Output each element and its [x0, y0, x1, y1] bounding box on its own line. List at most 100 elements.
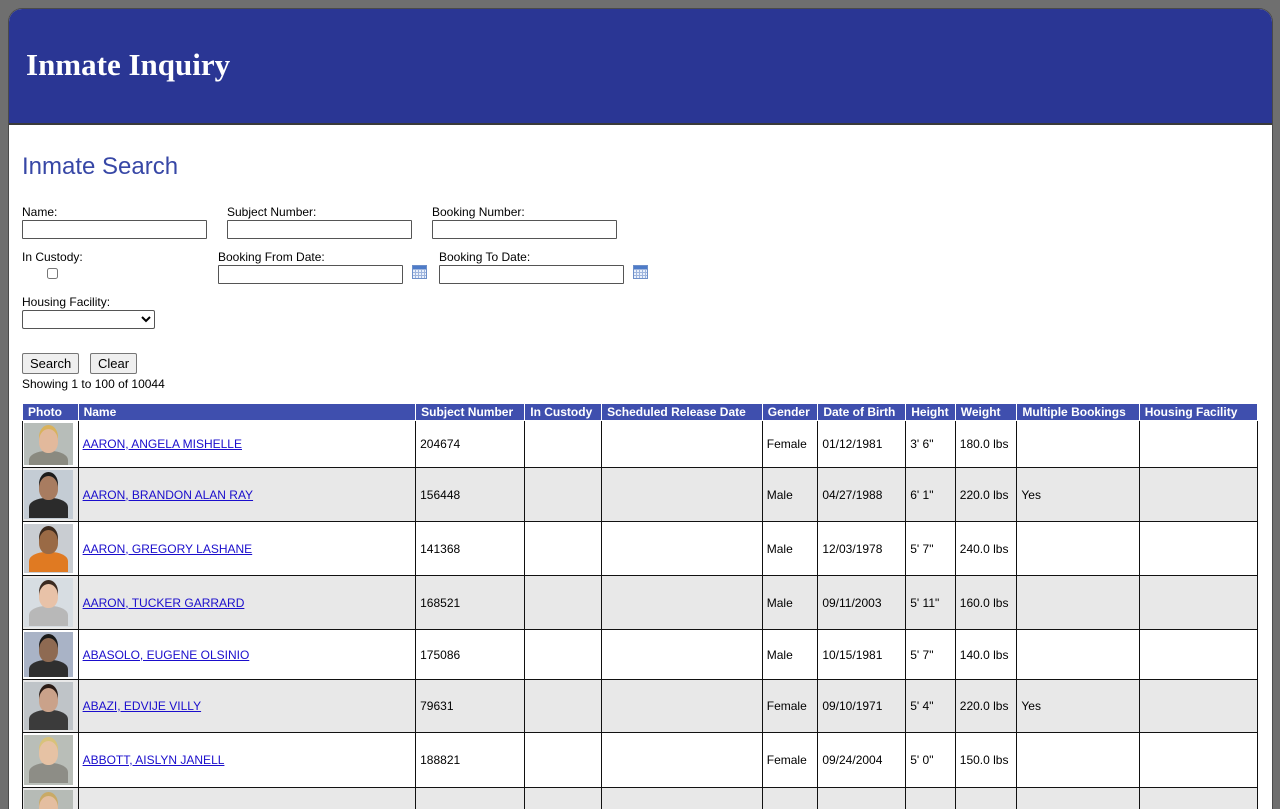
inmate-name-link[interactable]: ABBOTT, AISLYN JANELL: [83, 753, 225, 767]
table-row[interactable]: AARON, TUCKER GARRARD168521Male09/11/200…: [23, 576, 1258, 630]
subject-number-cell: 156448: [416, 468, 525, 522]
subject-number-cell: 168521: [416, 576, 525, 630]
inmate-name-link[interactable]: AARON, TUCKER GARRARD: [83, 596, 245, 610]
gender-cell: Male: [762, 630, 818, 680]
in-custody-cell: [525, 576, 602, 630]
booking-number-input[interactable]: [432, 220, 617, 239]
name-cell: AARON, TUCKER GARRARD: [78, 576, 416, 630]
clear-button[interactable]: Clear: [90, 353, 137, 374]
calendar-icon[interactable]: [412, 265, 427, 279]
table-row[interactable]: AARON, BRANDON ALAN RAY156448Male04/27/1…: [23, 468, 1258, 522]
results-header-row: Photo Name Subject Number In Custody Sch…: [23, 404, 1258, 421]
subject-number-cell: 141368: [416, 522, 525, 576]
weight-cell: 150.0 lbs: [955, 733, 1017, 788]
column-header-name[interactable]: Name: [78, 404, 416, 421]
dob-cell: 09/10/1971: [818, 680, 906, 733]
subject-number-input[interactable]: [227, 220, 412, 239]
dob-cell: 09/11/2003: [818, 576, 906, 630]
photo-cell: [23, 680, 79, 733]
subject-number-field: Subject Number:: [227, 205, 412, 239]
inmate-photo[interactable]: [24, 524, 73, 573]
in-custody-cell: [525, 680, 602, 733]
results-summary: Showing 1 to 100 of 10044: [22, 377, 165, 391]
inmate-photo[interactable]: [24, 470, 73, 519]
housing-facility-cell: [1139, 522, 1257, 576]
table-row[interactable]: ABBOTT, KELLI LYN132731Female09/09/19695…: [23, 788, 1258, 809]
subject-number-cell: 132731: [416, 788, 525, 809]
page-title: Inmate Inquiry: [26, 47, 230, 83]
gender-cell: Female: [762, 680, 818, 733]
column-header-gender[interactable]: Gender: [762, 404, 818, 421]
housing-facility-cell: [1139, 576, 1257, 630]
in-custody-cell: [525, 421, 602, 468]
inmate-photo[interactable]: [24, 735, 73, 785]
housing-facility-select[interactable]: [22, 310, 155, 329]
housing-facility-field: Housing Facility:: [22, 295, 110, 310]
table-row[interactable]: ABBOTT, AISLYN JANELL188821Female09/24/2…: [23, 733, 1258, 788]
housing-facility-cell: [1139, 788, 1257, 809]
inmate-photo[interactable]: [24, 578, 73, 627]
booking-to-date-input[interactable]: [439, 265, 624, 284]
column-header-height[interactable]: Height: [906, 404, 956, 421]
name-cell: ABASOLO, EUGENE OLSINIO: [78, 630, 416, 680]
in-custody-checkbox[interactable]: [47, 268, 58, 279]
weight-cell: 220.0 lbs: [955, 468, 1017, 522]
name-cell: AARON, ANGELA MISHELLE: [78, 421, 416, 468]
calendar-icon[interactable]: [633, 265, 648, 279]
dob-cell: 09/09/1969: [818, 788, 906, 809]
column-header-multiple-bookings[interactable]: Multiple Bookings: [1017, 404, 1139, 421]
gender-cell: Female: [762, 788, 818, 809]
inmate-name-link[interactable]: AARON, GREGORY LASHANE: [83, 542, 253, 556]
column-header-weight[interactable]: Weight: [955, 404, 1017, 421]
height-cell: 5' 4": [906, 680, 956, 733]
inmate-photo[interactable]: [24, 632, 73, 677]
booking-to-date-field: Booking To Date:: [439, 250, 624, 284]
subject-number-label: Subject Number:: [227, 205, 412, 220]
column-header-dob[interactable]: Date of Birth: [818, 404, 906, 421]
in-custody-field: In Custody:: [22, 250, 83, 265]
housing-facility-cell: [1139, 630, 1257, 680]
table-row[interactable]: AARON, ANGELA MISHELLE204674Female01/12/…: [23, 421, 1258, 468]
inmate-name-link[interactable]: ABASOLO, EUGENE OLSINIO: [83, 648, 250, 662]
table-row[interactable]: ABAZI, EDVIJE VILLY 79631 Female09/10/1971…: [23, 680, 1258, 733]
booking-from-date-input[interactable]: [218, 265, 403, 284]
inmate-photo[interactable]: [24, 682, 73, 730]
gender-cell: Male: [762, 468, 818, 522]
inmate-name-link[interactable]: ABAZI, EDVIJE VILLY: [83, 699, 202, 713]
booking-number-field: Booking Number:: [432, 205, 617, 239]
name-cell: ABAZI, EDVIJE VILLY: [78, 680, 416, 733]
results-table: Photo Name Subject Number In Custody Sch…: [22, 403, 1258, 809]
in-custody-cell: [525, 468, 602, 522]
photo-cell: [23, 522, 79, 576]
column-header-in-custody[interactable]: In Custody: [525, 404, 602, 421]
name-cell: ABBOTT, KELLI LYN: [78, 788, 416, 809]
photo-cell: [23, 468, 79, 522]
weight-cell: 220.0 lbs: [955, 680, 1017, 733]
name-cell: AARON, BRANDON ALAN RAY: [78, 468, 416, 522]
inmate-name-link[interactable]: AARON, BRANDON ALAN RAY: [83, 488, 253, 502]
subject-number-cell: 79631: [416, 680, 525, 733]
booking-number-label: Booking Number:: [432, 205, 617, 220]
name-input[interactable]: [22, 220, 207, 239]
in-custody-cell: [525, 630, 602, 680]
multiple-bookings-cell: [1017, 788, 1139, 809]
table-row[interactable]: AARON, GREGORY LASHANE141368Male12/03/19…: [23, 522, 1258, 576]
release-date-cell: [602, 680, 763, 733]
photo-cell: [23, 630, 79, 680]
inmate-photo[interactable]: [24, 423, 73, 465]
multiple-bookings-cell: [1017, 522, 1139, 576]
name-cell: ABBOTT, AISLYN JANELL: [78, 733, 416, 788]
housing-facility-cell: [1139, 680, 1257, 733]
weight-cell: 160.0 lbs: [955, 576, 1017, 630]
weight-cell: 240.0 lbs: [955, 522, 1017, 576]
table-row[interactable]: ABASOLO, EUGENE OLSINIO175086Male10/15/1…: [23, 630, 1258, 680]
column-header-housing-facility[interactable]: Housing Facility: [1139, 404, 1257, 421]
multiple-bookings-cell: [1017, 733, 1139, 788]
search-title: Inmate Search: [22, 153, 178, 181]
inmate-name-link[interactable]: AARON, ANGELA MISHELLE: [83, 437, 242, 451]
search-button[interactable]: Search: [22, 353, 79, 374]
booking-to-date-label: Booking To Date:: [439, 250, 624, 265]
column-header-subject-number[interactable]: Subject Number: [416, 404, 525, 421]
height-cell: 3' 6": [906, 421, 956, 468]
column-header-release-date[interactable]: Scheduled Release Date: [602, 404, 763, 421]
